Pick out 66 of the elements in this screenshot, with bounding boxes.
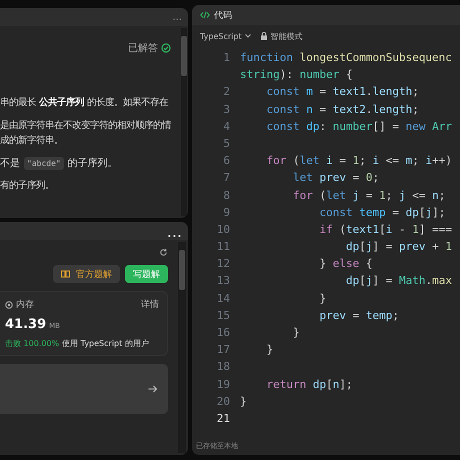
line-number: 9 [222, 204, 231, 221]
line-number: 16 [216, 325, 231, 341]
scrollbar[interactable] [178, 242, 186, 453]
line-number: 18 [216, 359, 231, 376]
code-line: const n = text2.length; [265, 102, 419, 118]
language-dropdown[interactable]: TypeScript [200, 32, 251, 40]
line-number: 14 [216, 290, 231, 307]
description-text: 的子序列。 [68, 156, 118, 170]
line-number: 5 [222, 136, 231, 152]
line-number: 12 [216, 256, 231, 272]
smart-mode-label[interactable]: 智能模式 [270, 30, 303, 42]
line-number: 13 [216, 273, 231, 290]
code-line: } [292, 325, 300, 341]
lock-icon [260, 32, 267, 40]
line-number: 21 [216, 410, 231, 427]
solved-status: 已解答 [128, 42, 158, 55]
official-solution-button[interactable]: 官方题解 [53, 265, 120, 283]
details-link[interactable]: 详情 [141, 298, 159, 311]
description-text: 串的最长 公共子序列 的长度。如果不存在 [0, 96, 170, 110]
inline-code: "abcde" [24, 156, 64, 170]
line-number: 1 [222, 50, 231, 66]
memory-value: 41.39 [5, 317, 46, 332]
line-number: 3 [222, 102, 231, 118]
code-line: for (let j = 1; j <= n; [292, 188, 446, 204]
line-number: 10 [216, 222, 231, 238]
code-line: dp[j] = Math.max [344, 273, 452, 290]
code-line: dp[j] = prev + 1 [344, 239, 452, 256]
line-number: 2 [222, 84, 231, 100]
description-text: 不是 [0, 157, 20, 170]
line-number: 8 [222, 188, 231, 204]
code-line: } [318, 290, 326, 307]
code-line: } [265, 342, 274, 358]
description-text: 有的子序列。 [0, 179, 55, 193]
beats-percentage: 击败 100.00% [5, 338, 60, 349]
more-options-icon[interactable]: ... [172, 12, 182, 22]
line-number: 20 [216, 394, 231, 410]
code-line: const temp = dp[j]; [318, 204, 446, 221]
line-number: 17 [216, 342, 231, 358]
beats-description: 使用 TypeScript 的用户 [62, 338, 149, 349]
line-number: 15 [216, 308, 231, 324]
line-number: 19 [216, 376, 231, 393]
scrollbar[interactable] [181, 28, 187, 216]
code-line: prev = temp; [318, 308, 399, 324]
check-circle-icon [161, 43, 171, 53]
arrow-right-icon [148, 385, 158, 393]
code-line: } [240, 394, 247, 410]
code-icon [200, 11, 210, 19]
code-line: } else { [318, 256, 372, 272]
code-line: function longestCommonSubsequenc [240, 50, 452, 66]
code-line: const m = text1.length; [265, 84, 419, 100]
line-number: 6 [222, 153, 231, 170]
code-line: return dp[n]; [265, 376, 353, 393]
code-line: string): number { [240, 67, 353, 84]
line-number: 7 [222, 170, 231, 186]
code-line: let prev = 0; [292, 170, 380, 186]
line-number: 4 [222, 118, 231, 135]
chevron-down-icon [244, 34, 251, 38]
book-icon [61, 270, 70, 278]
memory-label: 内存 [16, 298, 34, 311]
code-line: const dp: number[] = new Arr [265, 118, 452, 135]
refresh-icon[interactable] [159, 248, 168, 257]
code-line: for (let i = 1; i <= m; i++) [265, 153, 452, 170]
panel-title: 代码 [214, 10, 232, 22]
line-number: 11 [216, 239, 231, 256]
code-line: if (text1[i - 1] === [318, 222, 452, 238]
description-text: 是由原字符串在不改变字符的相对顺序的情 成的新字符串。 [0, 119, 171, 148]
